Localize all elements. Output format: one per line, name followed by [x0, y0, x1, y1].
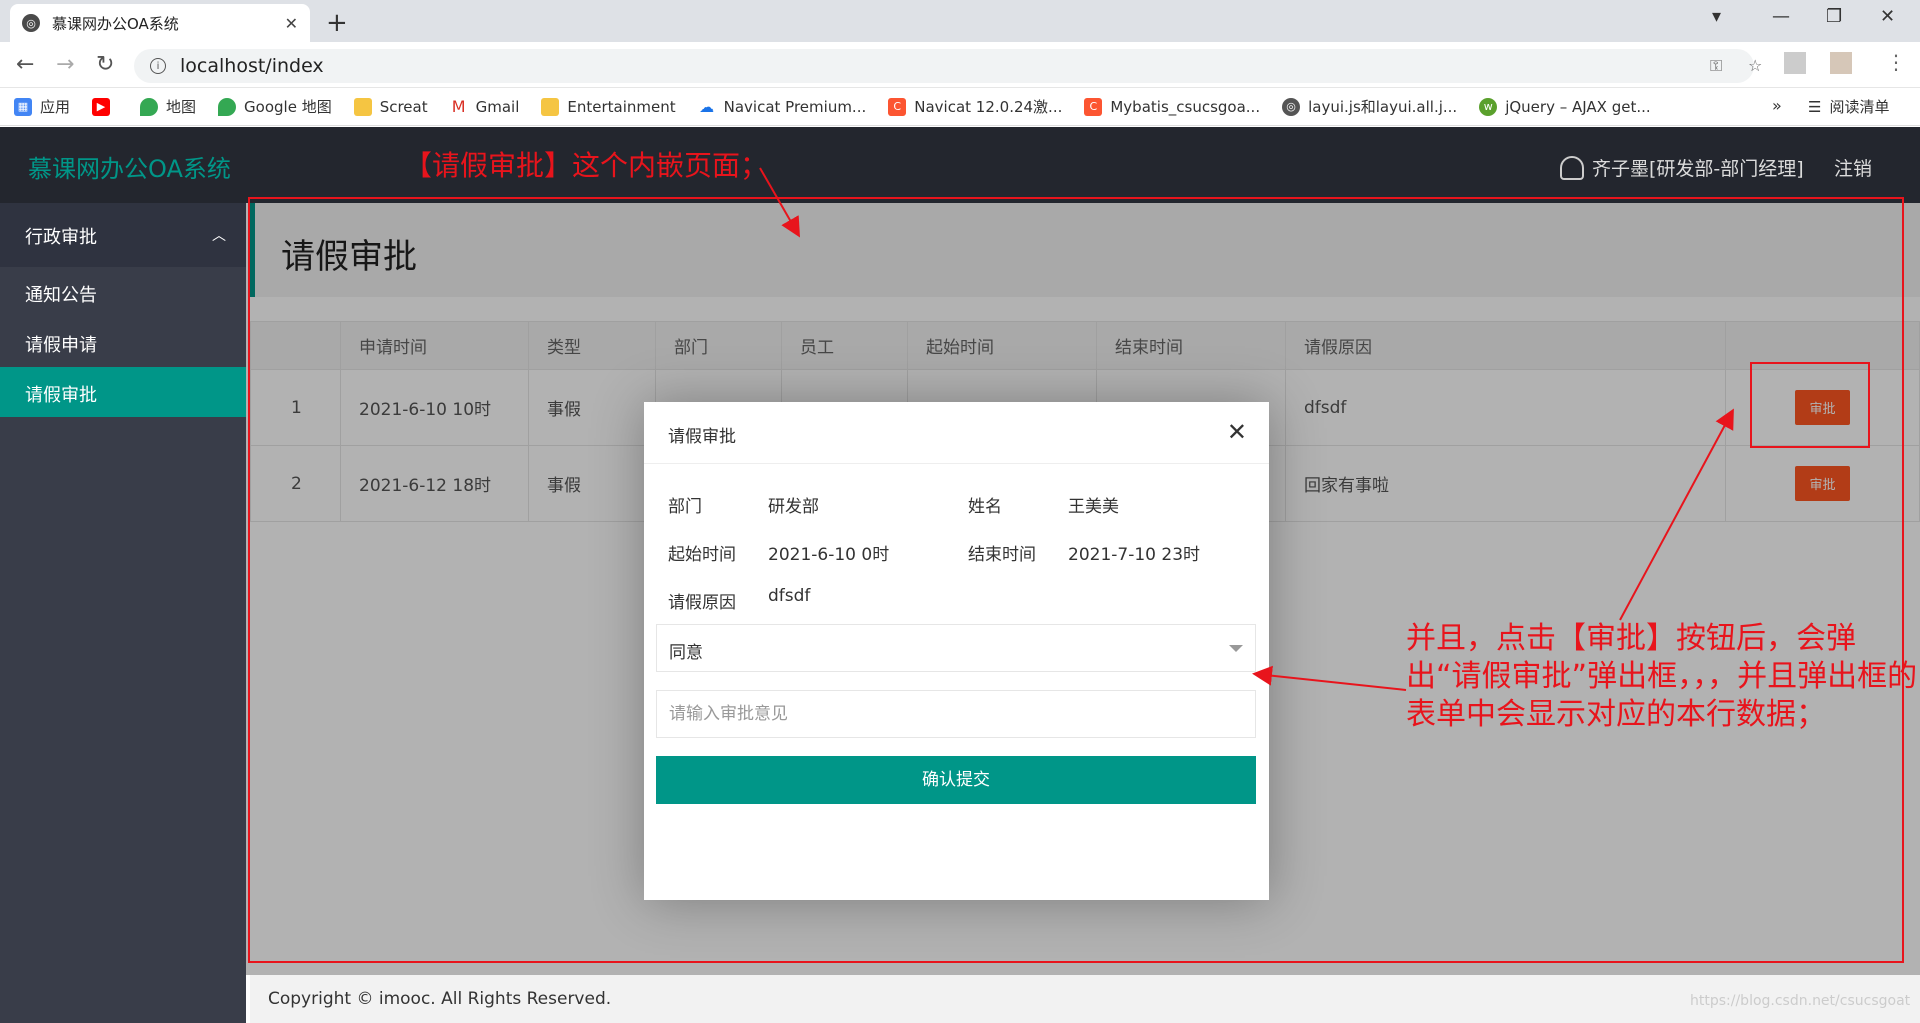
annotation-arrow-to-dialog	[1252, 665, 1407, 691]
annotation-arrow-down	[759, 167, 800, 238]
annotation-arrow-to-button	[1619, 408, 1734, 621]
annotation-arrows	[759, 167, 1734, 691]
